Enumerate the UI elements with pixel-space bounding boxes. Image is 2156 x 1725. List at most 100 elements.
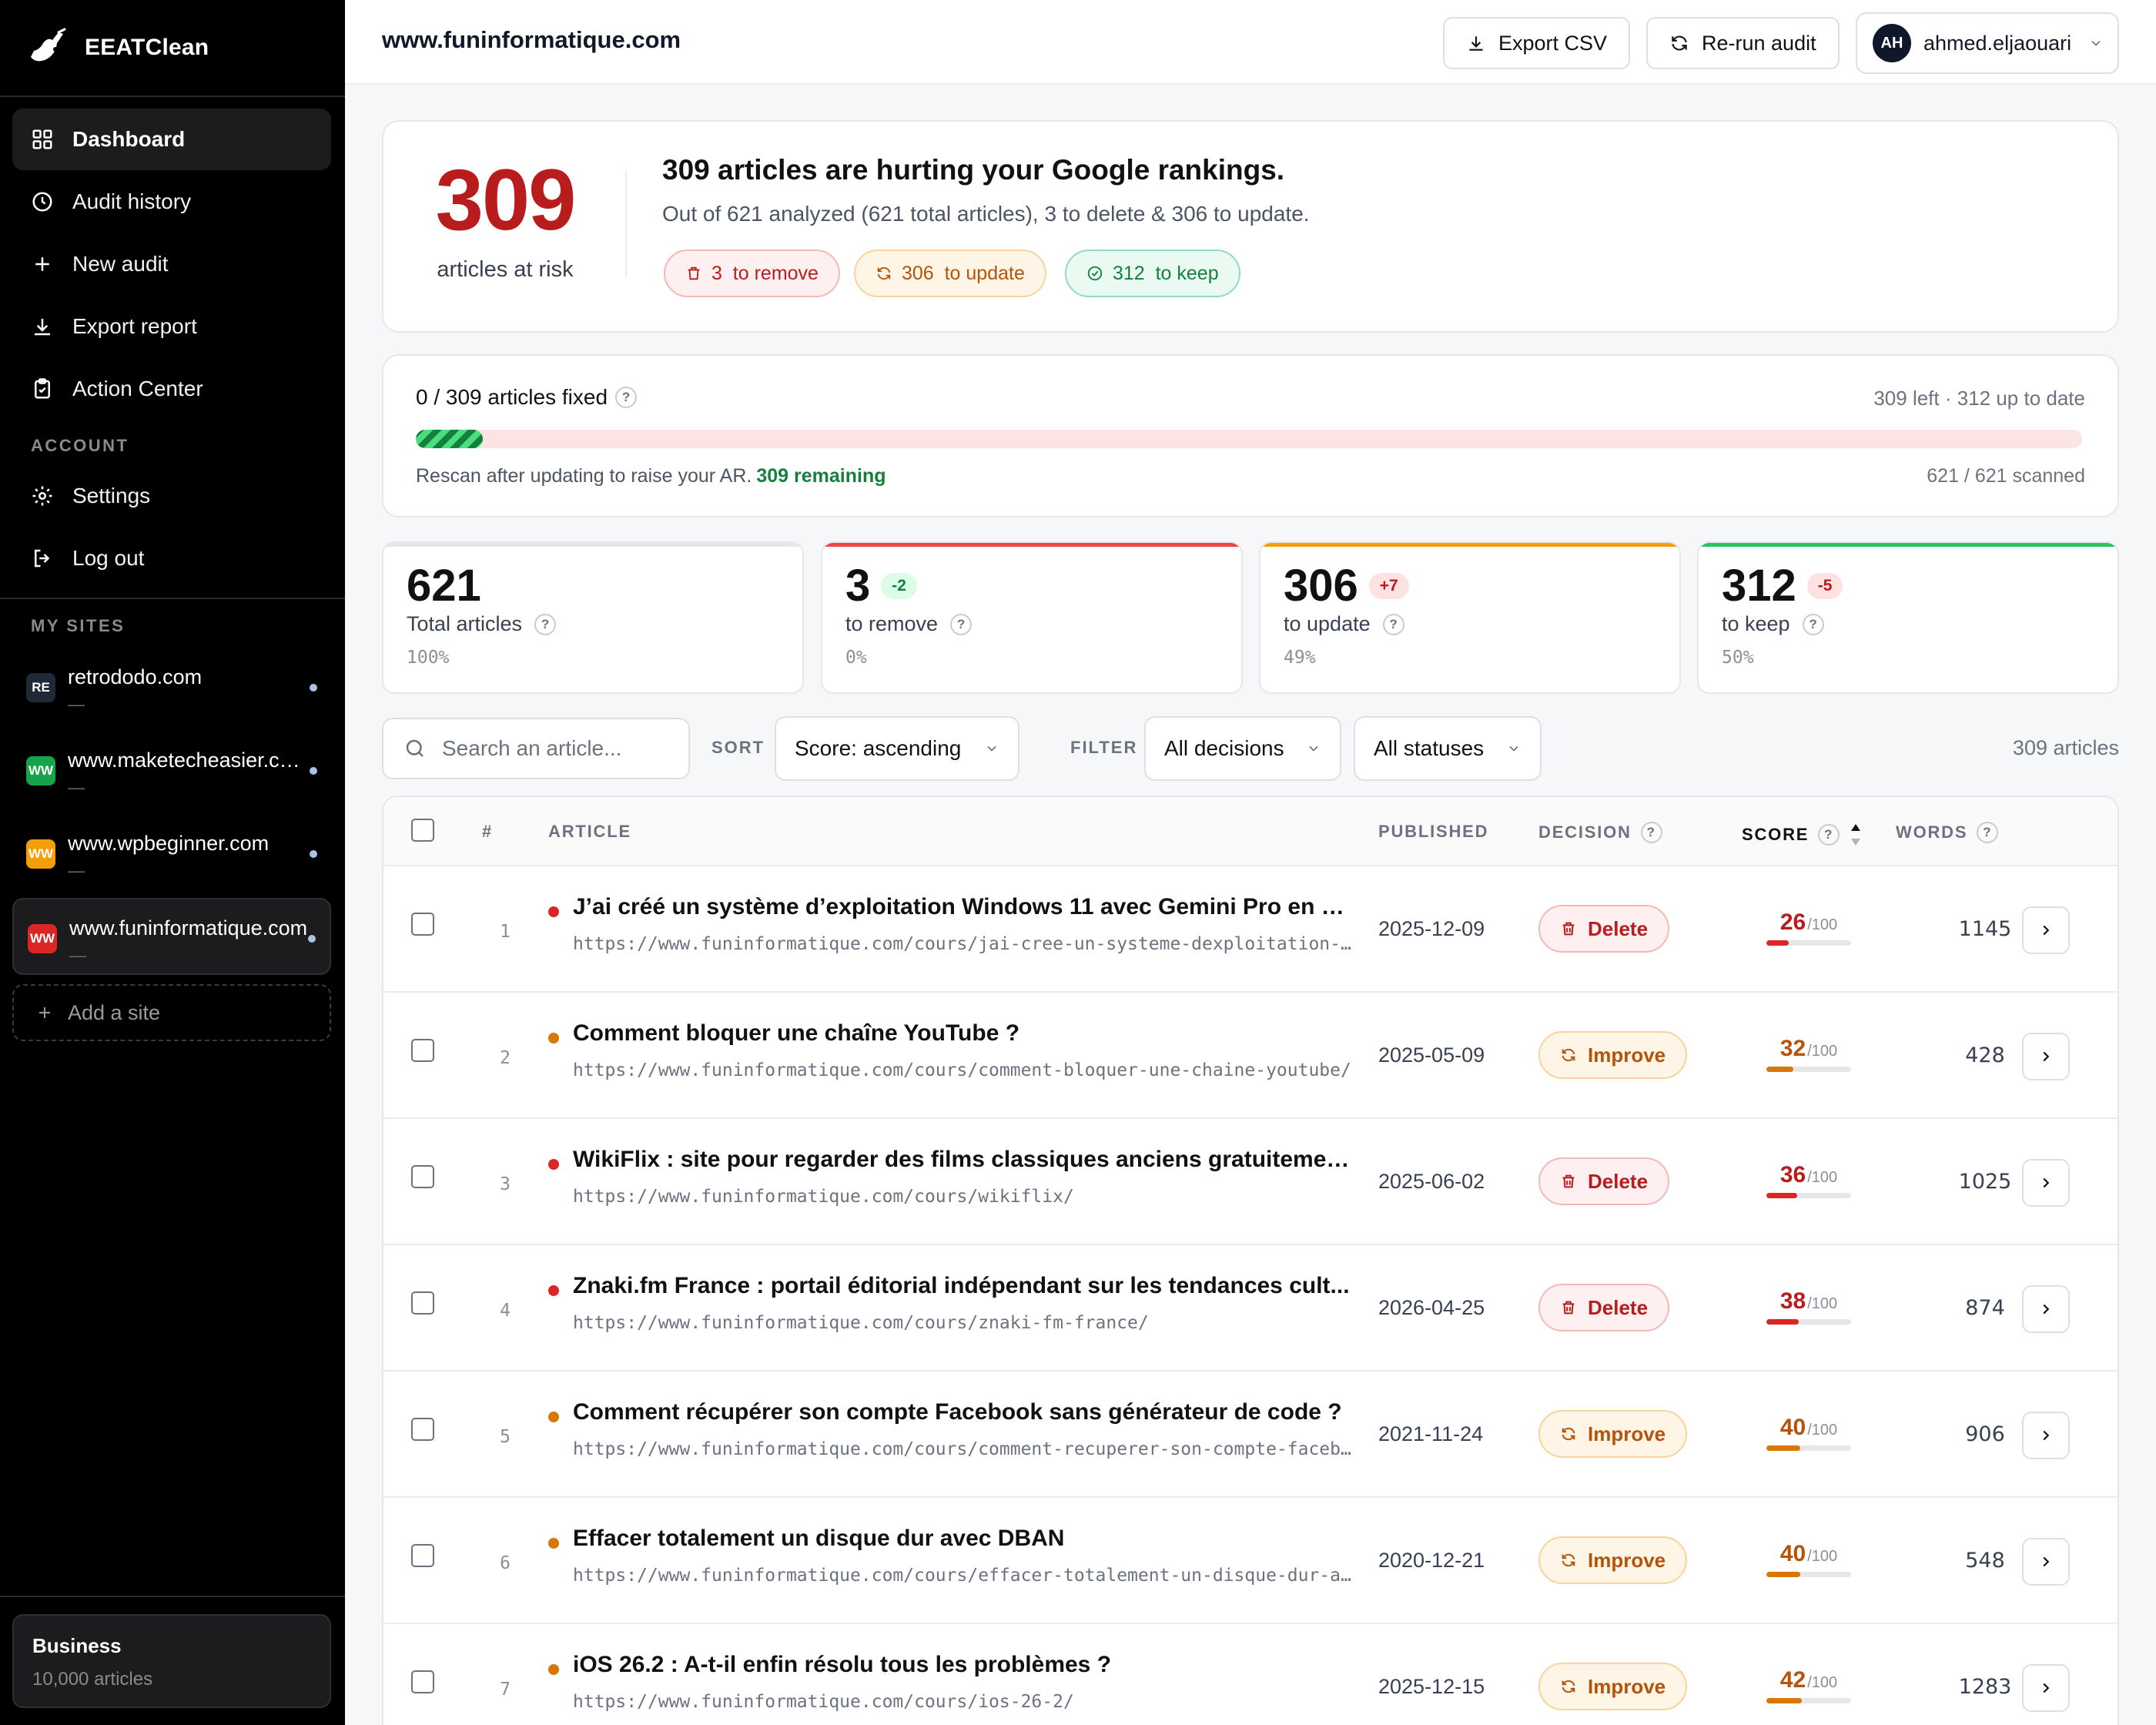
decision-badge[interactable]: Delete: [1538, 1284, 1670, 1331]
decision-badge[interactable]: Delete: [1538, 1157, 1670, 1205]
article-title[interactable]: iOS 26.2 : A-t-il enfin résolu tous les …: [573, 1652, 1358, 1678]
column-decision[interactable]: DECISION?: [1538, 822, 1662, 843]
chevron-down-icon: [987, 745, 996, 752]
column-article[interactable]: ARTICLE: [548, 822, 631, 842]
help-icon[interactable]: ?: [950, 613, 973, 635]
article-title[interactable]: Znaki.fm France : portail éditorial indé…: [573, 1273, 1358, 1299]
table-row[interactable]: 3 WikiFlix : site pour regarder des film…: [383, 1119, 2118, 1245]
column-score[interactable]: SCORE?: [1742, 822, 1863, 848]
nav-export-report[interactable]: Export report: [12, 296, 331, 357]
nav-settings[interactable]: Settings: [12, 465, 331, 527]
decision-badge[interactable]: Improve: [1538, 1536, 1688, 1584]
rerun-audit-button[interactable]: Re-run audit: [1646, 17, 1840, 69]
article-url[interactable]: https://www.funinformatique.com/cours/wi…: [573, 1187, 1358, 1207]
nav-action-center[interactable]: Action Center: [12, 358, 331, 420]
sort-select[interactable]: Score: ascending: [775, 716, 1019, 781]
export-csv-button[interactable]: Export CSV: [1443, 17, 1631, 69]
to-keep-pill[interactable]: 312 to keep: [1065, 250, 1240, 297]
table-row[interactable]: 2 Comment bloquer une chaîne YouTube ? h…: [383, 993, 2118, 1119]
sort-icon[interactable]: [1849, 822, 1863, 848]
help-icon[interactable]: ?: [615, 387, 638, 408]
table-row[interactable]: 6 Effacer totalement un disque dur avec …: [383, 1498, 2118, 1624]
site-item-maketecheasier[interactable]: WW www.maketecheasier.com —: [12, 732, 331, 809]
score-bar: [1766, 1572, 1851, 1577]
help-icon[interactable]: ?: [1977, 822, 1999, 843]
score-bar-fill: [1766, 1319, 1799, 1325]
decision-badge[interactable]: Improve: [1538, 1663, 1688, 1710]
search-box[interactable]: [382, 718, 690, 779]
nav-new-audit[interactable]: New audit: [12, 233, 331, 295]
site-item-funinformatique[interactable]: WW www.funinformatique.com —: [12, 898, 331, 975]
article-title[interactable]: Effacer totalement un disque dur avec DB…: [573, 1526, 1358, 1552]
decision-filter-select[interactable]: All decisions: [1144, 716, 1341, 781]
brand[interactable]: EEATClean: [25, 23, 209, 72]
score-number: 26: [1779, 909, 1806, 935]
score-number: 38: [1779, 1288, 1806, 1314]
to-update-pill[interactable]: 306 to update: [854, 250, 1046, 297]
article-title[interactable]: WikiFlix : site pour regarder des films …: [573, 1147, 1358, 1173]
column-published[interactable]: PUBLISHED: [1378, 822, 1488, 842]
row-checkbox[interactable]: [411, 1165, 434, 1188]
article-url[interactable]: https://www.funinformatique.com/cours/ef…: [573, 1566, 1358, 1586]
sidebar: EEATClean Dashboard Audit history New au…: [0, 0, 345, 1725]
row-number: 1: [500, 922, 511, 942]
chevron-right-icon: [2043, 1683, 2050, 1693]
stat-card-remove: 3 -2 to remove? 0%: [821, 541, 1243, 694]
open-article-button[interactable]: [2022, 1412, 2070, 1459]
article-url[interactable]: https://www.funinformatique.com/cours/co…: [573, 1439, 1358, 1459]
help-icon[interactable]: ?: [1382, 613, 1404, 635]
nav-label: New audit: [72, 252, 169, 276]
row-checkbox[interactable]: [411, 1544, 434, 1567]
nav-log-out[interactable]: Log out: [12, 528, 331, 589]
row-checkbox[interactable]: [411, 913, 434, 936]
table-row[interactable]: 4 Znaki.fm France : portail éditorial in…: [383, 1245, 2118, 1372]
table-row[interactable]: 1 J’ai créé un système d’exploitation Wi…: [383, 866, 2118, 993]
article-url[interactable]: https://www.funinformatique.com/cours/io…: [573, 1692, 1358, 1712]
row-checkbox[interactable]: [411, 1670, 434, 1693]
to-remove-pill[interactable]: 3 to remove: [664, 250, 840, 297]
article-title[interactable]: Comment récupérer son compte Facebook sa…: [573, 1399, 1358, 1425]
column-words[interactable]: WORDS?: [1896, 822, 1999, 843]
open-article-button[interactable]: [2022, 906, 2070, 954]
published-date: 2026-04-25: [1378, 1296, 1485, 1319]
open-article-button[interactable]: [2022, 1664, 2070, 1712]
nav-label: Export report: [72, 314, 197, 338]
article-url[interactable]: https://www.funinformatique.com/cours/ja…: [573, 934, 1358, 954]
pill-label: 3 to remove: [711, 262, 819, 284]
open-article-button[interactable]: [2022, 1033, 2070, 1080]
table-row[interactable]: 7 iOS 26.2 : A-t-il enfin résolu tous le…: [383, 1624, 2118, 1725]
nav-audit-history[interactable]: Audit history: [12, 171, 331, 233]
row-checkbox[interactable]: [411, 1418, 434, 1441]
help-icon[interactable]: ?: [1640, 822, 1662, 843]
add-site-button[interactable]: Add a site: [12, 984, 331, 1041]
open-article-button[interactable]: [2022, 1159, 2070, 1207]
published-date: 2025-12-09: [1378, 917, 1485, 940]
help-icon[interactable]: ?: [1802, 613, 1824, 635]
article-title[interactable]: J’ai créé un système d’exploitation Wind…: [573, 894, 1358, 920]
help-icon[interactable]: ?: [534, 613, 557, 635]
decision-badge[interactable]: Improve: [1538, 1031, 1688, 1079]
decision-badge[interactable]: Delete: [1538, 905, 1670, 953]
plan-card[interactable]: Business 10,000 articles: [12, 1614, 331, 1708]
site-item-retrododo[interactable]: RE retrododo.com —: [12, 648, 331, 725]
help-icon[interactable]: ?: [1818, 824, 1840, 846]
site-item-wpbeginner[interactable]: WW www.wpbeginner.com —: [12, 815, 331, 892]
remaining-link[interactable]: 309 remaining: [756, 465, 886, 487]
search-input[interactable]: [442, 736, 673, 761]
nav-dashboard[interactable]: Dashboard: [12, 109, 331, 170]
main-nav: Dashboard Audit history New audit Export…: [12, 109, 331, 420]
article-title[interactable]: Comment bloquer une chaîne YouTube ?: [573, 1020, 1358, 1047]
row-checkbox[interactable]: [411, 1291, 434, 1315]
decision-badge[interactable]: Improve: [1538, 1410, 1688, 1458]
table-row[interactable]: 5 Comment récupérer son compte Facebook …: [383, 1372, 2118, 1498]
article-url[interactable]: https://www.funinformatique.com/cours/zn…: [573, 1313, 1358, 1333]
select-all-checkbox[interactable]: [411, 819, 434, 842]
row-checkbox[interactable]: [411, 1039, 434, 1062]
open-article-button[interactable]: [2022, 1285, 2070, 1333]
open-article-button[interactable]: [2022, 1538, 2070, 1586]
user-menu[interactable]: AH ahmed.eljaouari: [1856, 12, 2119, 74]
status-filter-select[interactable]: All statuses: [1354, 716, 1542, 781]
site-status-dot: [310, 850, 317, 858]
article-url[interactable]: https://www.funinformatique.com/cours/co…: [573, 1060, 1358, 1080]
stat-accent: [1260, 543, 1679, 547]
